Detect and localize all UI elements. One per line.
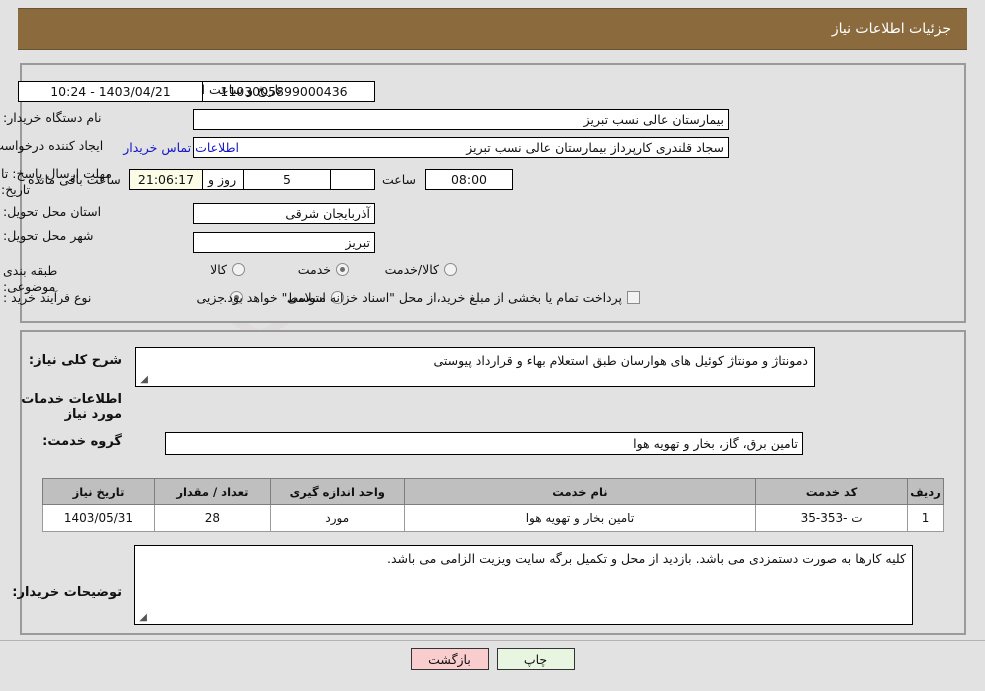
radio-icon[interactable] [232,263,245,276]
resize-grip-icon[interactable]: ◢ [138,375,148,385]
subject-class-option-khedmat[interactable]: خدمت [298,262,349,277]
deadline-countdown-value: 21:06:17 [129,169,203,190]
buyer-notes-label: توضیحات خریدار: [12,585,122,600]
col-row-no: ردیف [907,478,944,505]
announce-datetime-value: 1403/04/21 - 10:24 [18,81,203,102]
request-creator-value: سجاد قلندری کارپرداز بیمارستان عالی نسب … [193,137,729,158]
deadline-hour-value: 08:00 [425,169,513,190]
request-creator-label: ایجاد کننده درخواست: [0,138,104,153]
purchase-process-option-jozei-label: جزیی [196,290,225,305]
delivery-province-label: استان محل تحویل: [3,204,102,219]
cell-service-code: ت -353-35 [755,504,909,532]
cell-unit: مورد [269,504,405,532]
buyer-org-value: بیمارستان عالی نسب تبریز [193,109,729,130]
services-table: ردیف کد خدمت نام خدمت واحد اندازه گیری ت… [42,478,944,532]
cell-row-no: 1 [907,504,944,532]
subject-class-option-kala[interactable]: کالا [210,262,245,277]
col-unit: واحد اندازه گیری [269,478,405,505]
general-desc-textarea[interactable]: دمونتاژ و مونتاژ کوئیل های هوارسان طبق ا… [135,347,815,387]
subject-class-option-kala-label: کالا [210,262,227,277]
deadline-countdown-suffix: ساعت باقی مانده [28,172,121,187]
treasury-note-text: پرداخت تمام یا بخشی از مبلغ خرید،از محل … [223,290,622,305]
buyer-org-label: نام دستگاه خریدار: [3,110,102,125]
subject-class-option-kala-khedmat-label: کالا/خدمت [384,262,439,277]
deadline-days-suffix: روز و [208,172,237,187]
back-button[interactable]: بازگشت [410,648,489,670]
footer-divider [0,640,985,641]
resize-grip-icon[interactable]: ◢ [137,613,147,623]
deadline-days-value: 5 [243,169,331,190]
footer-buttons: بازگشت چاپ [0,648,985,670]
purchase-process-label: نوع فرآیند خرید : [3,290,92,305]
delivery-city-label: شهر محل تحویل: [3,228,94,243]
col-need-date: تاریخ نیاز [42,478,155,505]
subject-class-option-khedmat-label: خدمت [297,262,331,277]
buyer-contact-link[interactable]: اطلاعات تماس خریدار [123,140,239,155]
delivery-province-value: آذربایجان شرقی [193,203,375,224]
deadline-hour-label: ساعت [381,172,416,187]
radio-selected-icon[interactable] [336,263,349,276]
radio-icon[interactable] [444,263,457,276]
buyer-notes-textarea[interactable]: کلیه کارها به صورت دستمزدی می باشد. بازد… [134,545,913,625]
cell-quantity: 28 [153,504,271,532]
col-service-name: نام خدمت [403,478,757,505]
service-group-value: تامین برق، گاز، بخار و تهویه هوا [165,432,803,455]
buyer-notes-value: کلیه کارها به صورت دستمزدی می باشد. بازد… [386,551,906,566]
service-group-label: گروه خدمت: [42,434,122,449]
table-row[interactable]: 1 ت -353-35 تامین بخار و تهویه هوا مورد … [42,504,944,532]
cell-service-name: تامین بخار و تهویه هوا [403,504,757,532]
checkbox-icon[interactable] [627,291,640,304]
cell-need-date: 1403/05/31 [42,504,155,532]
subject-class-option-kala-khedmat[interactable]: کالا/خدمت [385,262,457,277]
col-service-code: کد خدمت [755,478,909,505]
col-quantity: تعداد / مقدار [153,478,271,505]
services-heading: اطلاعات خدمات مورد نیاز [21,392,122,422]
print-button[interactable]: چاپ [496,648,575,670]
delivery-city-value: تبریز [193,232,375,253]
general-desc-label: شرح کلی نیاز: [28,353,122,368]
treasury-note-row[interactable]: پرداخت تمام یا بخشی از مبلغ خرید،از محل … [223,290,640,305]
table-header-row: ردیف کد خدمت نام خدمت واحد اندازه گیری ت… [42,478,944,505]
general-desc-value: دمونتاژ و مونتاژ کوئیل های هوارسان طبق ا… [433,353,808,368]
